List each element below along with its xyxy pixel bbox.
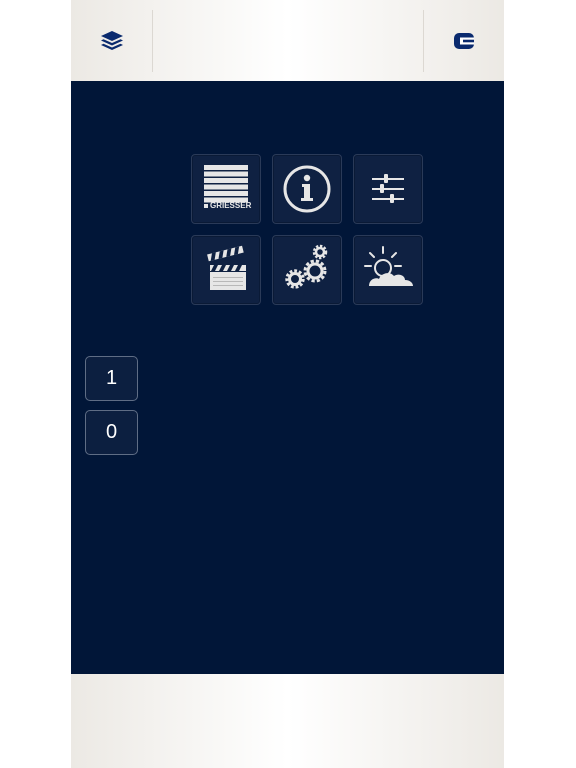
tile-info[interactable] [272, 154, 342, 224]
weather-icon [364, 246, 413, 286]
bottom-bar [71, 674, 504, 768]
gears-icon [285, 244, 328, 289]
layers-button[interactable] [97, 26, 127, 56]
main-area: GRIESSER 1 0 [71, 81, 504, 674]
clapperboard-icon [207, 245, 246, 290]
on-button[interactable]: 1 [85, 356, 138, 401]
topbar-divider-left [152, 10, 153, 72]
info-icon [283, 165, 331, 213]
layers-icon [101, 31, 123, 50]
topbar-divider-right [423, 10, 424, 72]
tile-blinds-label: GRIESSER [210, 201, 252, 210]
tile-settings-sliders[interactable] [353, 154, 423, 224]
screen: GRIESSER 1 0 [0, 0, 576, 768]
exit-icon [454, 33, 474, 49]
app-panel: GRIESSER 1 0 [71, 0, 504, 768]
tile-blinds[interactable]: GRIESSER [191, 154, 261, 224]
sliders-icon [372, 174, 404, 203]
top-bar [71, 0, 504, 81]
tile-scenes[interactable] [191, 235, 261, 305]
off-button[interactable]: 0 [85, 410, 138, 455]
tile-weather[interactable] [353, 235, 423, 305]
tile-system-gears[interactable] [272, 235, 342, 305]
blinds-icon: GRIESSER [204, 165, 252, 210]
exit-button[interactable] [449, 26, 479, 56]
